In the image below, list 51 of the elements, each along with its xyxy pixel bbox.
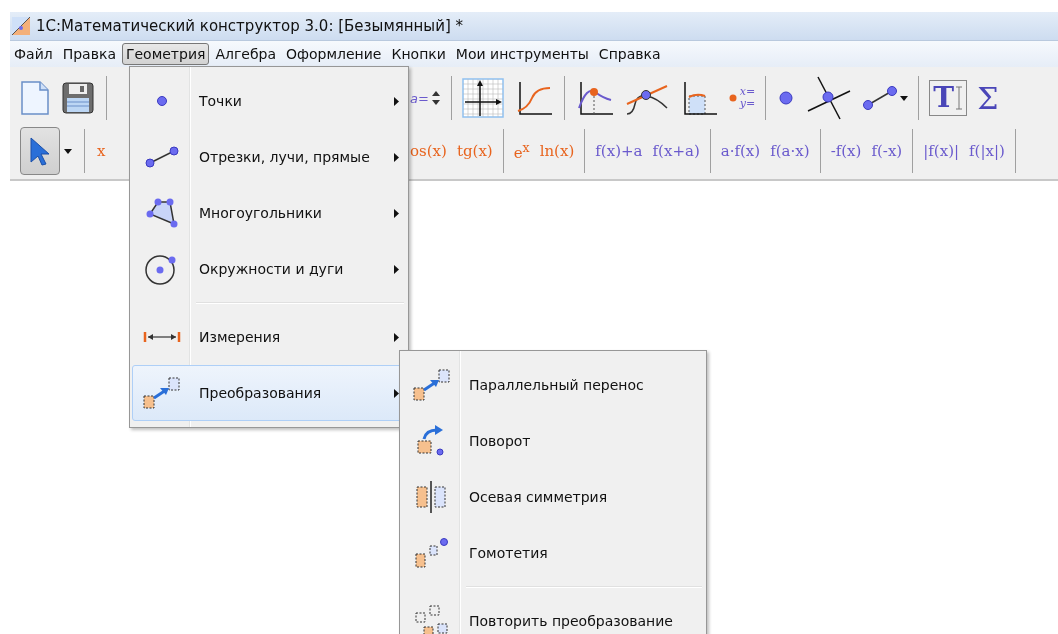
- submenu-arrow-icon: [394, 332, 399, 342]
- segment-icon: [144, 145, 180, 169]
- submenu-arrow-icon: [394, 208, 399, 218]
- measure-icon: [142, 330, 182, 344]
- equation-tool[interactable]: x= y=: [728, 86, 756, 110]
- segment-icon[interactable]: [862, 85, 899, 111]
- function-button[interactable]: a·f(x): [720, 142, 761, 160]
- menu-item[interactable]: Алгебра: [211, 43, 281, 65]
- point-icon: [728, 94, 737, 102]
- point-icon: [156, 95, 168, 107]
- polygon-icon: [144, 198, 180, 228]
- menu-entry[interactable]: Отрезки, лучи, прямые: [132, 129, 406, 185]
- arrow-cursor-icon: [29, 136, 51, 166]
- caret-icon[interactable]: [900, 95, 909, 101]
- menu-item[interactable]: Файл: [10, 43, 57, 65]
- menu-entry[interactable]: Окружности и дуги: [132, 241, 406, 297]
- translation-icon: [412, 368, 452, 402]
- menu-item[interactable]: Кнопки: [387, 43, 450, 65]
- submenu-arrow-icon: [394, 152, 399, 162]
- parameter-spinner[interactable]: a=: [410, 90, 441, 106]
- menu-entry[interactable]: Многоугольники: [132, 185, 406, 241]
- window-title: 1С:Математический конструктор 3.0: [Безымянный] *: [36, 17, 464, 35]
- menu-item[interactable]: Оформление: [282, 43, 386, 65]
- menu-entry[interactable]: Точки: [132, 73, 406, 129]
- translation-icon: [142, 376, 182, 410]
- function-button[interactable]: f(|x|): [969, 142, 1005, 160]
- app-icon: [12, 17, 30, 35]
- function-button[interactable]: f(-x): [871, 142, 903, 160]
- menu-entry[interactable]: Повторить преобразование: [402, 593, 704, 634]
- menu-entry[interactable]: Гомотетия: [402, 525, 704, 581]
- function-button[interactable]: f(x+a): [652, 142, 700, 160]
- function-button[interactable]: -f(x): [830, 142, 862, 160]
- function-button[interactable]: f(a·x): [770, 142, 810, 160]
- menu-item[interactable]: Справка: [594, 43, 665, 65]
- pointer-tool[interactable]: [20, 127, 60, 175]
- caret-icon[interactable]: [64, 148, 72, 154]
- menu-entry[interactable]: Осевая симметрия: [402, 469, 704, 525]
- submenu-arrow-icon: [394, 264, 399, 274]
- lines-intersection-icon[interactable]: [806, 75, 853, 121]
- save-icon[interactable]: [62, 82, 94, 114]
- function-button[interactable]: |f(x)|: [923, 142, 960, 160]
- text-cursor-icon: [955, 86, 964, 110]
- menu-item[interactable]: Геометрия: [121, 43, 210, 65]
- function-button[interactable]: f(x)+a: [595, 142, 643, 160]
- text-tool[interactable]: T: [929, 80, 968, 116]
- menu-item[interactable]: Мои инструменты: [451, 43, 593, 65]
- grid-icon[interactable]: [461, 78, 504, 118]
- menu-item[interactable]: Правка: [58, 43, 120, 65]
- sum-tool[interactable]: Σ: [977, 80, 999, 116]
- submenu-arrow-icon: [394, 96, 399, 106]
- submenu-arrow-icon: [394, 388, 399, 398]
